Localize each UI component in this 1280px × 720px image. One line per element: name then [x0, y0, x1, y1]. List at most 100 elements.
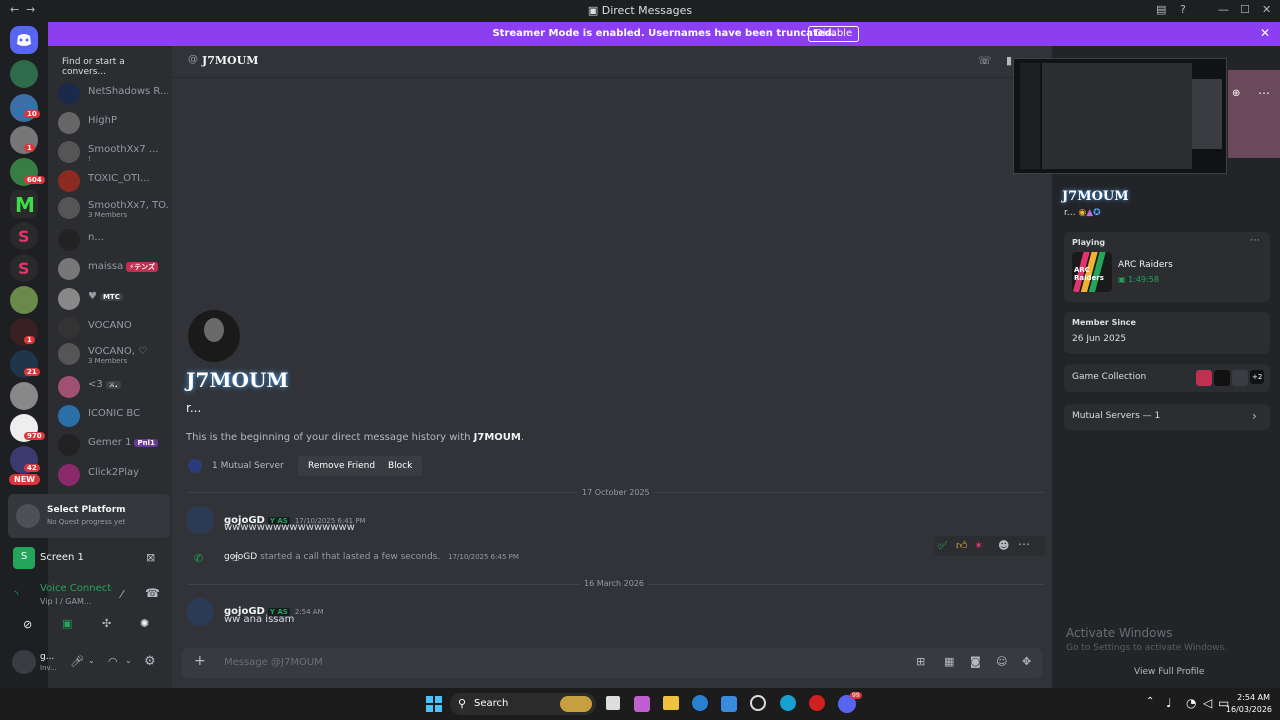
avatar[interactable] — [12, 650, 36, 674]
party-reaction-icon[interactable]: ✶ — [974, 539, 983, 552]
server-icon-s1[interactable]: S — [10, 222, 38, 250]
add-reaction-icon[interactable]: ☻ — [998, 539, 1009, 552]
windows-start-icon[interactable] — [426, 696, 442, 712]
dm-item[interactable]: SmoothXx7 ...! — [56, 140, 168, 166]
message-input[interactable]: + Message @J7MOUM ⊞ ▦ ◙ ☺ ✥ — [182, 648, 1042, 678]
inbox-icon[interactable]: ▤ — [1156, 3, 1166, 16]
chevron-up-icon[interactable]: ⌃ — [1146, 696, 1154, 707]
block-button[interactable]: Block — [378, 456, 423, 476]
maximize-icon[interactable]: ☐ — [1240, 3, 1250, 16]
stream-preview[interactable] — [1013, 58, 1227, 174]
discord-home-icon[interactable] — [10, 26, 38, 54]
gear-icon[interactable]: ⚙ — [144, 654, 156, 669]
quest-panel[interactable]: Select Platform No Quest progress yet — [8, 494, 170, 538]
camera-off-icon[interactable]: ⊘ — [23, 618, 32, 631]
steam-icon[interactable] — [750, 695, 766, 711]
microphone-icon[interactable]: 🎤︎ — [70, 655, 84, 668]
screen-share-icon[interactable]: ▣ — [62, 617, 72, 630]
plus-icon[interactable]: + — [194, 653, 206, 669]
emoji-icon[interactable]: ☺ — [996, 655, 1007, 668]
chevron-down-icon[interactable]: ⌄ — [125, 656, 132, 665]
avatar[interactable] — [186, 598, 214, 626]
dm-item[interactable]: Click2Play — [56, 463, 168, 489]
activity-more-icon[interactable]: ⋯ — [1250, 235, 1260, 246]
dm-item[interactable]: ICONIC BC — [56, 404, 168, 430]
microphone-tray-icon[interactable]: ♩ — [1166, 696, 1172, 710]
clock-date[interactable]: 16/03/2026 — [1224, 705, 1272, 714]
mutual-servers-card[interactable]: Mutual Servers — 1 › — [1064, 404, 1270, 430]
game-time-row: ▣ 1:49:58 — [1118, 275, 1159, 284]
call-author[interactable]: gojoGD — [224, 552, 257, 562]
dm-item[interactable]: ♥ MTC — [56, 287, 168, 313]
banner-message: Streamer Mode is enabled. Usernames have… — [492, 28, 836, 39]
dm-name: maissa — [88, 261, 124, 272]
dm-item[interactable]: VOCANO, ♡ 3 Members — [56, 342, 168, 368]
thumbs-up-reaction-icon[interactable]: 👍︎ — [956, 539, 968, 552]
gift-icon[interactable]: ⊞ — [916, 655, 925, 668]
banner-close-icon[interactable]: ✕ — [1260, 26, 1270, 40]
stop-stream-icon[interactable]: ⊠ — [146, 551, 155, 564]
server-icon-g[interactable] — [10, 60, 38, 88]
server-icon-8[interactable] — [10, 382, 38, 410]
dm-item[interactable]: TOXIC_OTI... — [56, 169, 168, 195]
dm-item[interactable]: HighP — [56, 111, 168, 137]
server-icon-s2[interactable]: S — [10, 254, 38, 282]
copilot-icon[interactable] — [634, 696, 650, 712]
disable-button[interactable]: Disable — [808, 26, 860, 42]
server-icon-m[interactable]: M — [10, 190, 38, 218]
close-window-icon[interactable]: ✕ — [1262, 3, 1271, 16]
dm-search-input[interactable]: Find or start a convers... — [52, 52, 170, 77]
dm-item[interactable]: Gemer 1 Pnl1 — [56, 433, 168, 459]
gif-icon[interactable]: ▦ — [944, 655, 954, 668]
dm-item[interactable]: maissa ⚡テンズ — [56, 257, 168, 283]
browser-icon[interactable] — [692, 695, 708, 711]
edge-icon[interactable] — [780, 695, 796, 711]
minimize-icon[interactable]: — — [1218, 3, 1229, 16]
intro-name: J7MOUM — [186, 368, 289, 392]
soundboard-icon[interactable]: ✺ — [140, 617, 149, 630]
check-reaction-icon[interactable]: ✅︎ — [938, 539, 947, 553]
app-icon-red[interactable] — [809, 695, 825, 711]
game-collection-card[interactable]: Game Collection +2 — [1064, 364, 1270, 392]
clock-time[interactable]: 2:54 AM — [1228, 693, 1270, 702]
add-friend-icon[interactable]: ⊕ — [1232, 88, 1240, 99]
taskbar-search[interactable]: ⚲ Search — [450, 693, 596, 715]
sticker-icon[interactable]: ◙ — [970, 655, 981, 668]
headset-icon[interactable]: ◠ — [108, 655, 118, 668]
apps-icon[interactable]: ✥ — [1022, 655, 1031, 668]
playing-label: Playing — [1072, 238, 1106, 247]
dm-item[interactable]: NetShadows R... — [56, 82, 168, 108]
remove-friend-button[interactable]: Remove Friend — [298, 456, 386, 476]
header-username[interactable]: J7MOUM — [202, 54, 258, 67]
task-view-icon[interactable] — [606, 696, 620, 710]
server-icon-5[interactable] — [10, 286, 38, 314]
profile-more-icon[interactable]: ⋯ — [1258, 86, 1270, 100]
avatar[interactable] — [186, 506, 214, 534]
screen-share-panel[interactable]: S Screen 1 ⊠ — [8, 542, 170, 576]
noise-suppression-icon[interactable]: ⁄ — [121, 588, 123, 601]
dm-item[interactable]: VOCANO — [56, 316, 168, 342]
member-since-date: 26 Jun 2025 — [1072, 334, 1127, 344]
more-icon[interactable]: ⋯ — [1018, 537, 1030, 551]
chevron-down-icon[interactable]: ⌄ — [88, 656, 95, 665]
dm-item[interactable]: n... — [56, 228, 168, 254]
dm-name: n... — [88, 232, 104, 243]
server-badge: 21 — [24, 368, 40, 376]
game-logo-text: ARC Raiders — [1074, 266, 1104, 282]
dm-item[interactable]: SmoothXx7, TO... 3 Members — [56, 196, 168, 222]
video-call-icon[interactable]: ▮ — [1006, 54, 1012, 67]
file-explorer-icon[interactable] — [663, 696, 679, 710]
mutual-server-link[interactable]: 1 Mutual Server — [212, 461, 284, 471]
view-full-profile-link[interactable]: View Full Profile — [1134, 667, 1204, 677]
speaker-icon[interactable]: ◁ — [1203, 696, 1212, 710]
help-icon[interactable]: ? — [1180, 3, 1186, 16]
disconnect-icon[interactable]: ☎ — [145, 586, 160, 600]
avatar[interactable] — [188, 310, 240, 362]
store-icon[interactable] — [721, 696, 737, 712]
activity-icon[interactable]: ✣ — [102, 617, 111, 630]
wifi-icon[interactable]: ◔ — [1186, 696, 1196, 710]
mutual-servers-label: Mutual Servers — 1 — [1072, 411, 1161, 421]
voice-channel[interactable]: Vip I / GAM... — [40, 597, 91, 606]
dm-item[interactable]: <3 ⚔. — [56, 375, 168, 401]
voice-call-icon[interactable]: ☏ — [978, 54, 992, 67]
